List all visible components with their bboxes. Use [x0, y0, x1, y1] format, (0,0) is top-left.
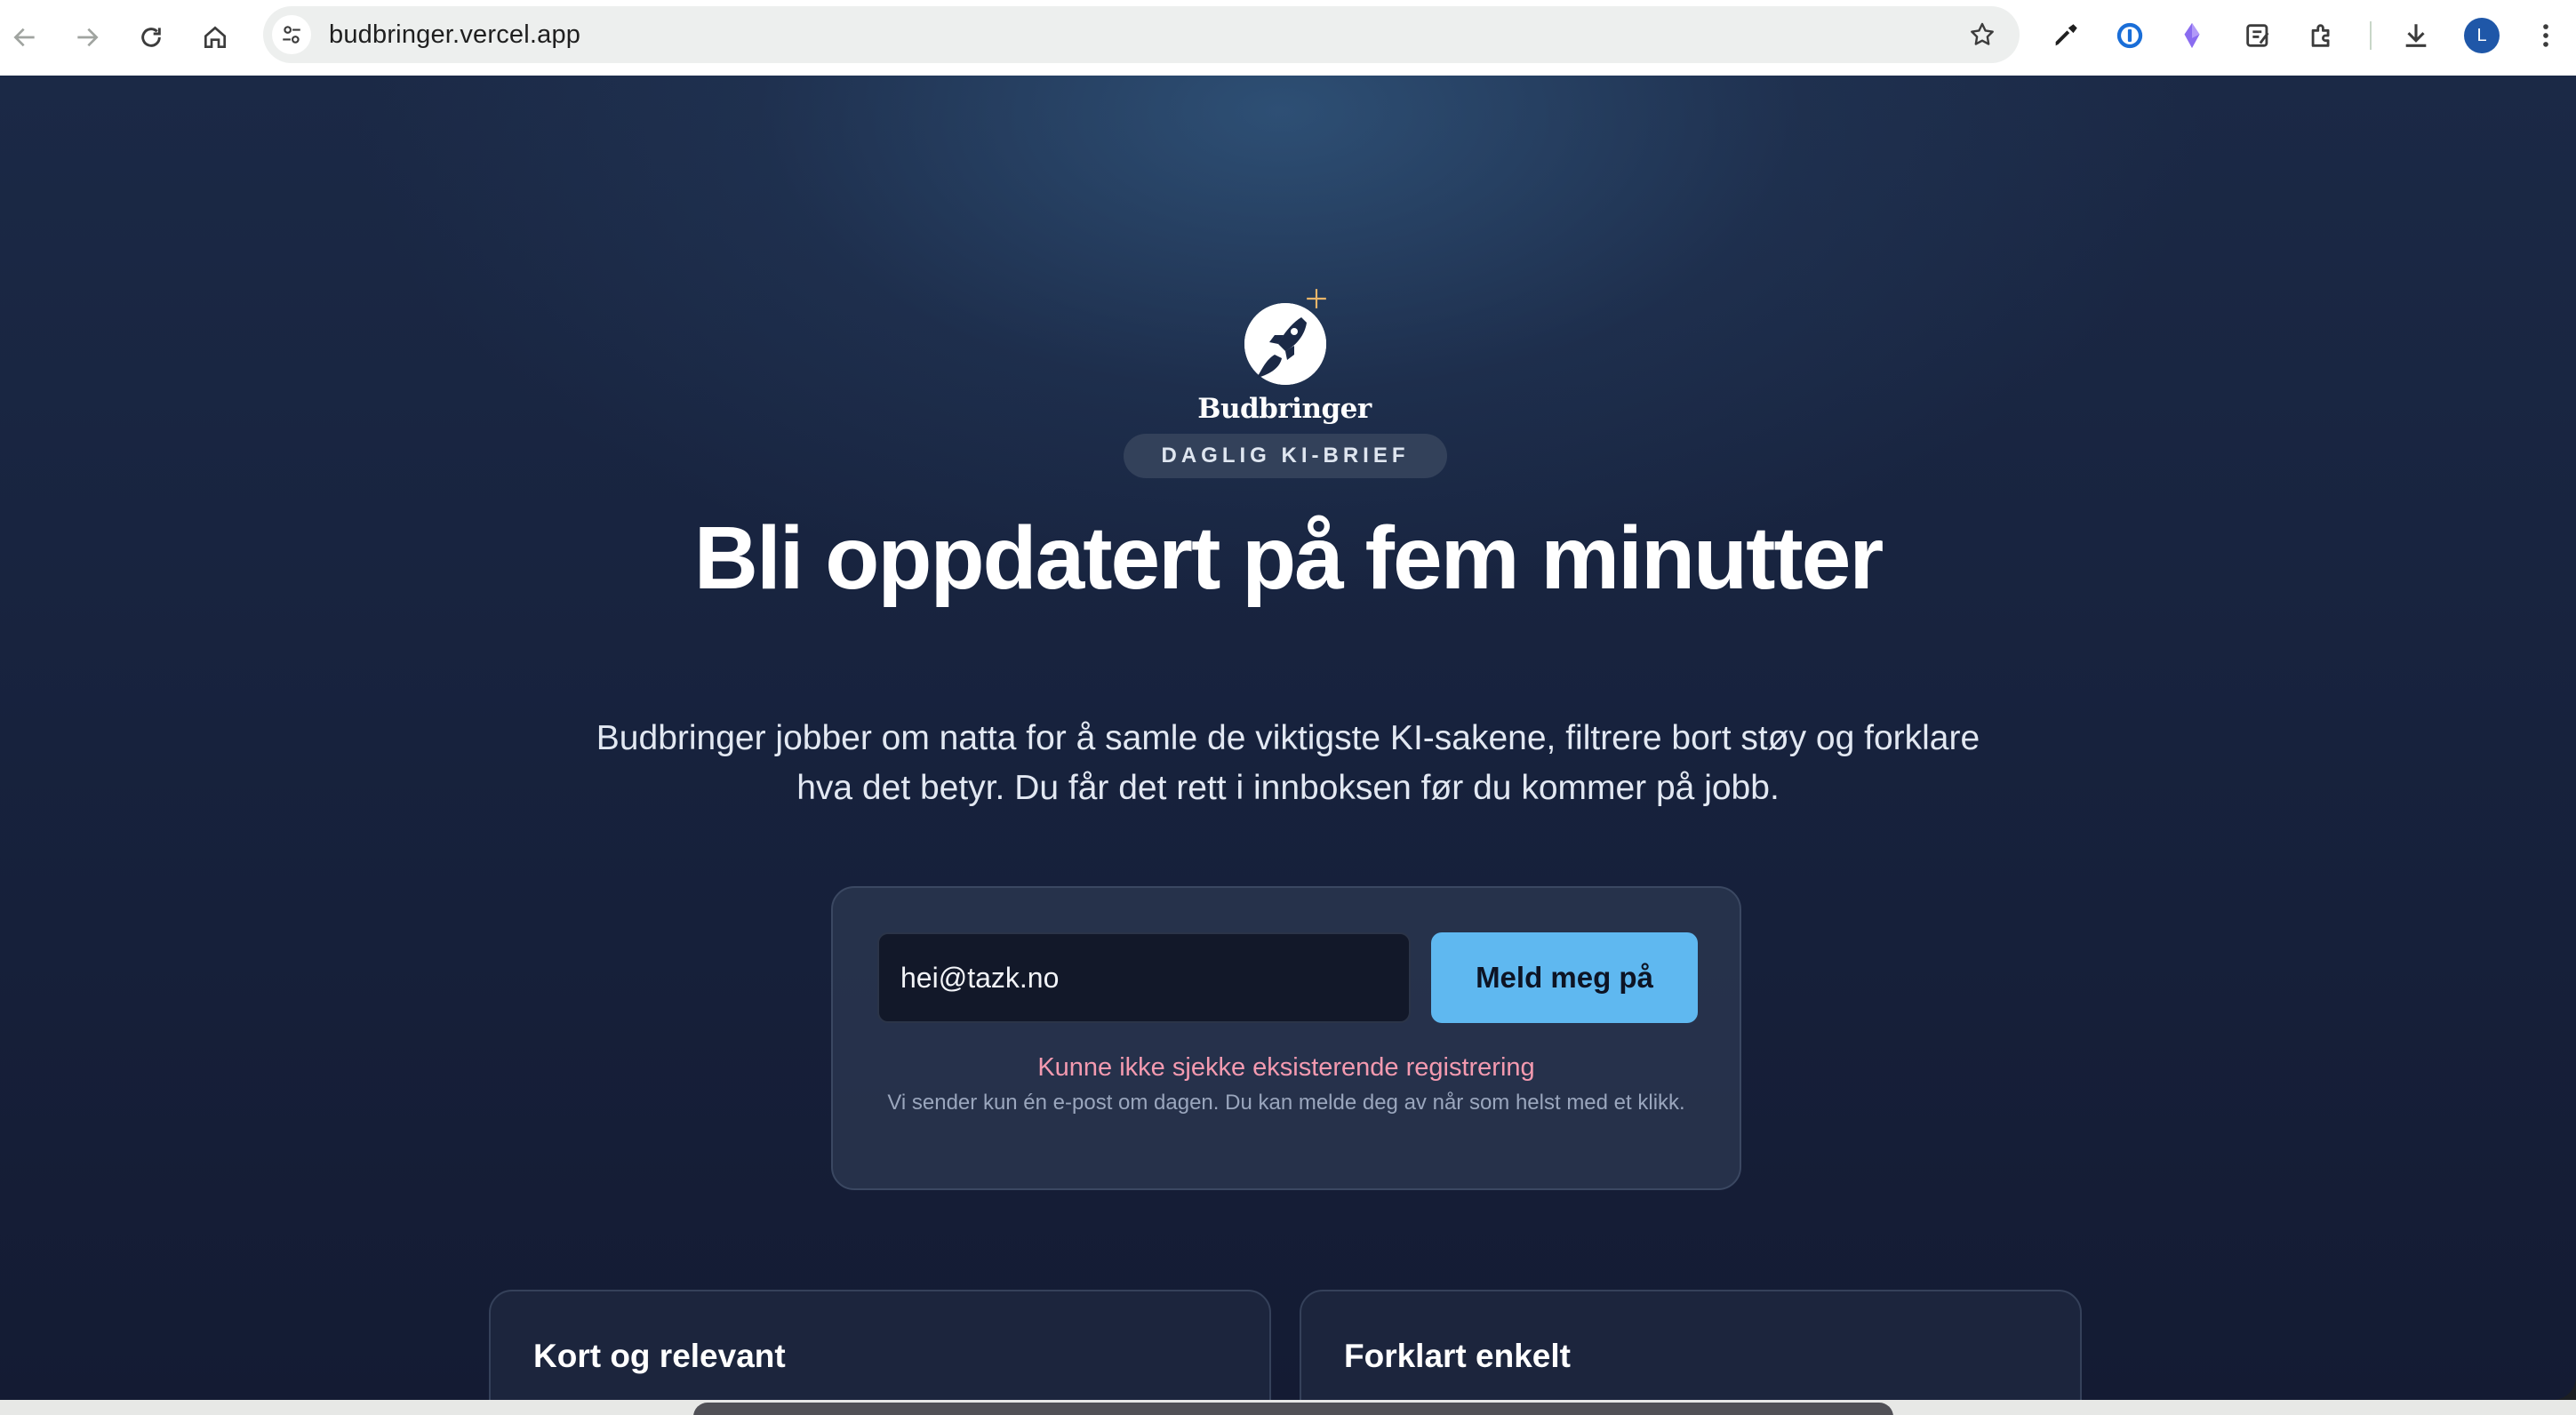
notes-icon — [2246, 24, 2269, 47]
gem-icon — [2184, 22, 2200, 49]
browser-toolbar: budbringer.vercel.app L — [0, 0, 2576, 76]
subscribe-button[interactable]: Meld meg på — [1431, 932, 1698, 1023]
password-manager-icon — [2116, 22, 2143, 49]
error-message: Kunne ikke sjekke eksisterende registrer… — [1037, 1053, 1535, 1082]
extensions-button[interactable] — [2302, 16, 2341, 55]
toolbar-divider — [2370, 21, 2372, 50]
page-viewport: Budbringer DAGLIG KI-BRIEF Bli oppdatert… — [0, 76, 2576, 1400]
gem-extension[interactable] — [2172, 16, 2212, 55]
puzzle-extensions-icon — [2311, 24, 2330, 47]
download-icon — [2405, 24, 2427, 47]
url-text[interactable]: budbringer.vercel.app — [329, 6, 580, 63]
home-button[interactable] — [196, 18, 235, 57]
address-bar[interactable]: budbringer.vercel.app — [263, 6, 2020, 63]
tune-icon — [283, 26, 300, 44]
eyedropper-icon — [2055, 24, 2077, 46]
site-info-button[interactable] — [272, 15, 311, 54]
profile-avatar[interactable]: L — [2464, 18, 2500, 53]
more-menu-icon — [2543, 24, 2548, 47]
browser-menu-button[interactable] — [2526, 16, 2565, 55]
home-icon — [204, 26, 226, 48]
email-input[interactable] — [877, 932, 1411, 1023]
logo-emblem — [1244, 303, 1326, 385]
bookmark-button[interactable] — [1964, 17, 2000, 52]
signup-form-card: Meld meg på Kunne ikke sjekke eksisteren… — [831, 886, 1741, 1190]
page-subheadline: Budbringer jobber om natta for å samle d… — [596, 719, 1980, 807]
feature-card: Forklart enkelt — [1300, 1290, 2082, 1400]
rocket-icon — [1244, 303, 1326, 385]
back-icon — [13, 28, 35, 47]
star-icon — [1971, 22, 1994, 45]
category-pill: DAGLIG KI-BRIEF — [1124, 434, 1447, 478]
form-note: Vi sender kun én e-post om dagen. Du kan… — [887, 1091, 1685, 1115]
notes-extension[interactable] — [2238, 16, 2277, 55]
dock-edge — [693, 1403, 1893, 1415]
back-button[interactable] — [5, 18, 44, 57]
feature-title: Kort og relevant — [533, 1338, 786, 1374]
forward-icon — [77, 28, 99, 47]
forward-button[interactable] — [68, 18, 107, 57]
reload-icon — [141, 28, 161, 47]
feature-card: Kort og relevant — [489, 1290, 1271, 1400]
reload-button[interactable] — [132, 18, 171, 57]
feature-title: Forklart enkelt — [1344, 1338, 1571, 1374]
password-manager-extension[interactable] — [2110, 16, 2149, 55]
page-headline: Bli oppdatert på fem minutter — [693, 508, 1884, 608]
eyedropper-extension[interactable] — [2046, 16, 2085, 55]
logo-wordmark: Budbringer — [1197, 393, 1372, 425]
downloads-button[interactable] — [2396, 16, 2436, 55]
budbringer-logo[interactable]: Budbringer — [1182, 209, 1387, 440]
